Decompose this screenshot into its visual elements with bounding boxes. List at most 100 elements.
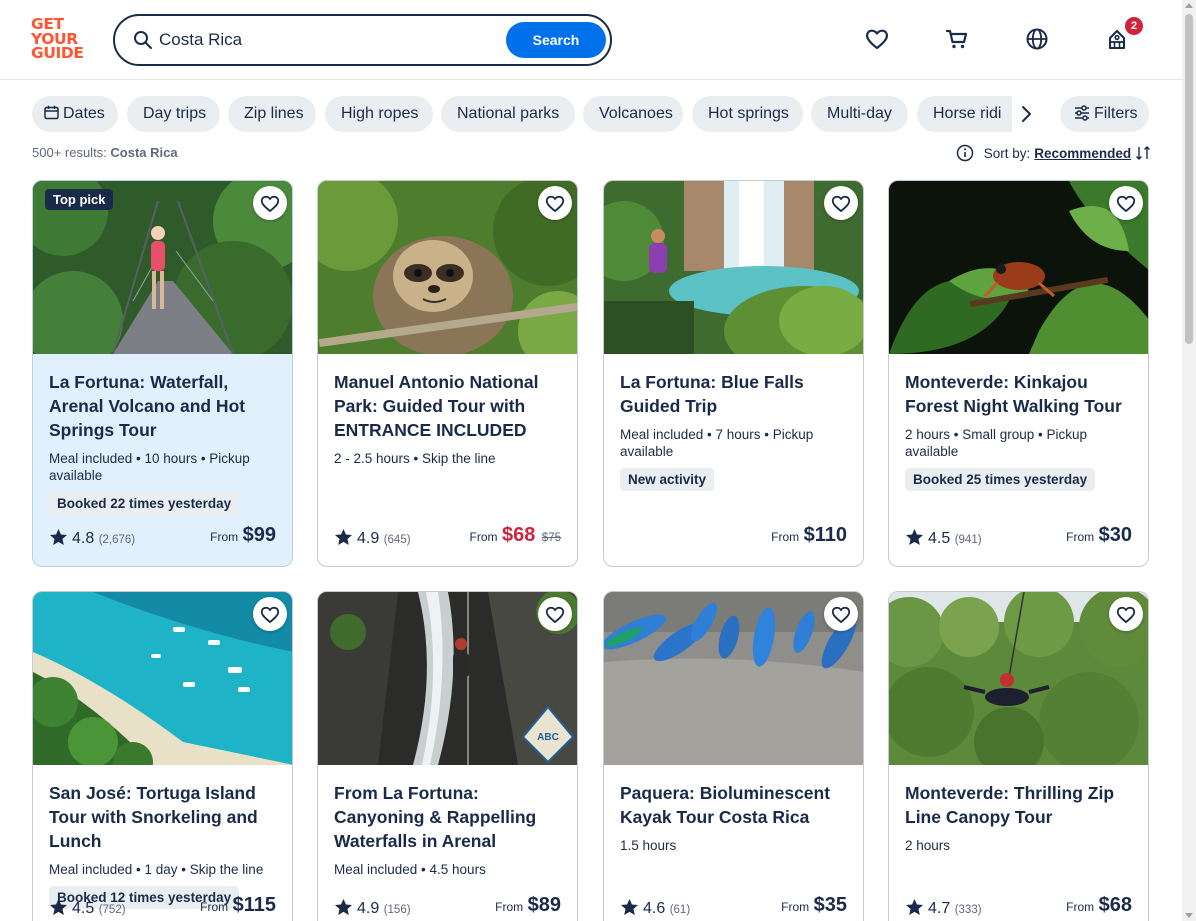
scroll-down-arrow-icon[interactable]	[1185, 913, 1193, 918]
activity-card[interactable]: La Fortuna: Blue Falls Guided Trip Meal …	[603, 180, 864, 567]
star-icon	[334, 528, 353, 546]
rating: 4.9 (156)	[334, 898, 411, 918]
new-activity-badge: New activity	[620, 468, 715, 491]
search-bar: Search	[113, 14, 612, 66]
rating: 4.5 (941)	[905, 528, 982, 548]
review-count: (645)	[383, 534, 411, 546]
page-scrollbar[interactable]	[1182, 0, 1196, 921]
add-to-wishlist-button[interactable]	[824, 597, 858, 631]
heart-icon	[260, 195, 280, 212]
activity-card[interactable]: Monteverde: Thrilling Zip Line Canopy To…	[888, 591, 1149, 921]
price-from-label: From	[495, 900, 524, 914]
activity-title[interactable]: Monteverde: Kinkajou Forest Night Walkin…	[905, 370, 1132, 418]
sort-value[interactable]: Recommended	[1034, 146, 1131, 161]
activity-details: Monteverde: Kinkajou Forest Night Walkin…	[889, 354, 1148, 491]
review-count: (941)	[954, 534, 982, 546]
scrollbar-thumb[interactable]	[1185, 14, 1193, 344]
card-footer: 4.5 (752) From $115	[49, 894, 276, 921]
scroll-up-arrow-icon[interactable]	[1185, 3, 1193, 8]
globe-language-icon[interactable]	[1024, 26, 1050, 52]
chip-horse-riding[interactable]: Horse ridi	[917, 96, 1012, 132]
add-to-wishlist-button[interactable]	[253, 186, 287, 220]
activity-image[interactable]	[889, 181, 1148, 354]
card-footer: 4.7 (333) From $68	[905, 894, 1132, 921]
chip-zip-lines[interactable]: Zip lines	[228, 96, 316, 132]
activity-title[interactable]: La Fortuna: Blue Falls Guided Trip	[620, 370, 847, 418]
cart-icon[interactable]	[944, 26, 970, 52]
chip-day-trips[interactable]: Day trips	[127, 96, 220, 132]
price-amount: $68	[1098, 894, 1132, 916]
activity-image[interactable]	[318, 181, 577, 354]
activity-card[interactable]: Top pick La Fortuna: Waterfall, Arenal V…	[32, 180, 293, 567]
activity-title[interactable]: San José: Tortuga Island Tour with Snork…	[49, 781, 276, 853]
activity-image[interactable]: Top pick	[33, 181, 292, 354]
search-input[interactable]	[159, 27, 489, 53]
price: From $30	[1066, 524, 1132, 547]
rating: 4.8 (2,676)	[49, 528, 135, 548]
review-count: (333)	[954, 904, 982, 916]
activity-image[interactable]	[604, 181, 863, 354]
rating-value: 4.9	[357, 530, 380, 547]
add-to-wishlist-button[interactable]	[824, 186, 858, 220]
activity-card[interactable]: Paquera: Bioluminescent Kayak Tour Costa…	[603, 591, 864, 921]
card-footer: From $110	[620, 524, 847, 552]
activity-title[interactable]: Manuel Antonio National Park: Guided Tou…	[334, 370, 561, 442]
add-to-wishlist-button[interactable]	[1109, 597, 1143, 631]
filters-button[interactable]: Filters	[1060, 96, 1149, 132]
chevron-right-icon[interactable]	[1016, 103, 1036, 125]
chip-dates[interactable]: Dates	[32, 96, 118, 132]
sliders-icon	[1075, 105, 1089, 121]
review-count: (752)	[98, 904, 126, 916]
add-to-wishlist-button[interactable]	[538, 186, 572, 220]
add-to-wishlist-button[interactable]	[538, 597, 572, 631]
price-from-label: From	[210, 530, 239, 544]
price-from-label: From	[771, 530, 800, 544]
activity-meta: 2 - 2.5 hours • Skip the line	[334, 451, 496, 466]
activity-image[interactable]	[889, 592, 1148, 765]
heart-icon	[260, 606, 280, 623]
rating: 4.9 (645)	[334, 528, 411, 548]
activity-card[interactable]: Monteverde: Kinkajou Forest Night Walkin…	[888, 180, 1149, 567]
activity-details: La Fortuna: Blue Falls Guided Trip Meal …	[604, 354, 863, 491]
activity-title[interactable]: Paquera: Bioluminescent Kayak Tour Costa…	[620, 781, 847, 829]
activity-image[interactable]: ABC	[318, 592, 577, 765]
chip-national-parks[interactable]: National parks	[441, 96, 575, 132]
getyourguide-logo[interactable]: GET YOUR GUIDE	[31, 17, 89, 63]
results-count: 500+ results: Costa Rica	[32, 145, 178, 160]
chip-hot-springs[interactable]: Hot springs	[692, 96, 803, 132]
info-icon[interactable]	[956, 144, 974, 162]
activity-card[interactable]: ABC From La Fortuna: Canyoning & Rappell…	[317, 591, 578, 921]
star-icon	[905, 898, 924, 916]
booked-badge: Booked 22 times yesterday	[49, 492, 240, 515]
price-amount: $115	[232, 894, 276, 916]
sort-arrows-icon[interactable]	[1135, 145, 1151, 161]
sort-control[interactable]: Sort by: Recommended	[956, 144, 1151, 162]
add-to-wishlist-button[interactable]	[253, 597, 287, 631]
booked-badge: Booked 25 times yesterday	[905, 468, 1096, 491]
search-button[interactable]: Search	[506, 22, 606, 58]
star-icon	[620, 898, 639, 916]
activity-card[interactable]: San José: Tortuga Island Tour with Snork…	[32, 591, 293, 921]
review-count: (156)	[383, 904, 411, 916]
heart-icon	[831, 606, 851, 623]
activity-title[interactable]: Monteverde: Thrilling Zip Line Canopy To…	[905, 781, 1132, 829]
price: From $99	[210, 524, 276, 547]
wishlist-heart-icon[interactable]	[864, 26, 890, 52]
price-from-label: From	[469, 530, 498, 544]
activity-image[interactable]	[33, 592, 292, 765]
activity-title[interactable]: From La Fortuna: Canyoning & Rappelling …	[334, 781, 561, 853]
chip-multi-day[interactable]: Multi-day	[811, 96, 908, 132]
activity-details: La Fortuna: Waterfall, Arenal Volcano an…	[33, 354, 292, 515]
activity-title[interactable]: La Fortuna: Waterfall, Arenal Volcano an…	[49, 370, 276, 442]
chip-high-ropes[interactable]: High ropes	[325, 96, 433, 132]
cart-count-badge: 2	[1125, 17, 1143, 35]
add-to-wishlist-button[interactable]	[1109, 186, 1143, 220]
activity-meta: 1.5 hours	[620, 838, 677, 853]
activity-image[interactable]	[604, 592, 863, 765]
heart-icon	[831, 195, 851, 212]
chip-volcanoes[interactable]: Volcanoes	[583, 96, 683, 132]
activity-meta: Meal included • 1 day • Skip the line	[49, 862, 264, 877]
card-footer: 4.8 (2,676) From $99	[49, 524, 276, 552]
review-count: (2,676)	[98, 534, 136, 546]
activity-card[interactable]: Manuel Antonio National Park: Guided Tou…	[317, 180, 578, 567]
